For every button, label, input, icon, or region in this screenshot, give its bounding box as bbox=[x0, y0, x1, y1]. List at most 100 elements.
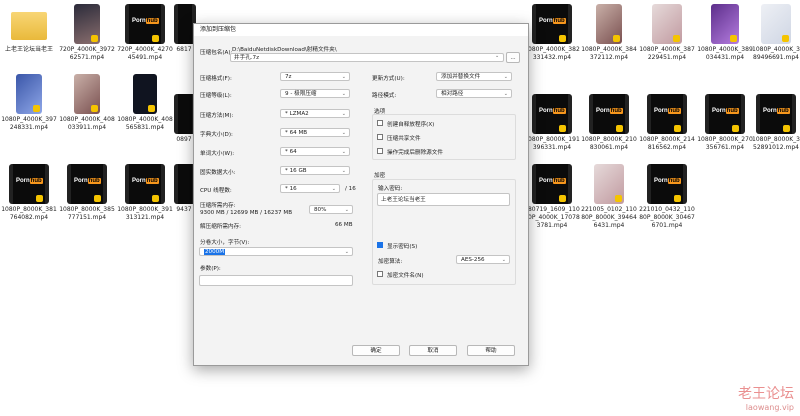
desktop-folder[interactable]: 上老王论坛当老王 bbox=[0, 4, 58, 54]
file-label: 1080P_4000K_384372112.mp4 bbox=[581, 46, 637, 61]
file-label: 720P_4000K_397262571.mp4 bbox=[59, 46, 115, 61]
desktop-file[interactable]: Pornhub 1080P_8000K_191396331.mp4 bbox=[523, 94, 581, 152]
file-label: 1080P_4000K_408033911.mp4 bbox=[59, 116, 115, 131]
video-thumbnail-icon bbox=[74, 74, 100, 114]
sfx-checkbox[interactable] bbox=[377, 120, 383, 126]
desktop-file[interactable]: 1080P_4000K_387229451.mp4 bbox=[638, 4, 696, 62]
show-password-checkbox[interactable] bbox=[377, 242, 383, 248]
desktop-file[interactable]: Pornhub 1080P_8000K_391313121.mp4 bbox=[116, 164, 174, 222]
encryption-method-label: 加密算法: bbox=[378, 259, 403, 265]
update-select[interactable]: 添加并替换文件 ⌄ bbox=[436, 72, 512, 81]
cpu-select[interactable]: * 16 ⌄ bbox=[280, 184, 340, 193]
file-label: 1080P_8000K_391313121.mp4 bbox=[117, 206, 173, 221]
encrypt-names-checkbox[interactable] bbox=[377, 271, 383, 277]
chevron-down-icon: ⌄ bbox=[331, 186, 336, 192]
encryption-title: 加密 bbox=[374, 173, 386, 179]
desktop-file[interactable]: Pornhub 1080P_8000K_210830061.mp4 bbox=[580, 94, 638, 152]
solid-select[interactable]: * 16 GB ⌄ bbox=[280, 166, 350, 175]
file-label: 0897 bbox=[176, 136, 192, 143]
desktop-file[interactable]: 1080P_4000K_389034431.mp4 bbox=[696, 4, 754, 62]
params-input[interactable] bbox=[199, 275, 353, 286]
dialog-title: 添加到压缩包 bbox=[194, 24, 528, 36]
desktop-file[interactable]: 6817 bbox=[174, 4, 196, 54]
desktop-file[interactable]: 1080P_4000K_408565831.mp4 bbox=[116, 74, 174, 132]
file-label: 1080P_4000K_389034431.mp4 bbox=[697, 46, 753, 61]
desktop-file[interactable]: 9437 bbox=[174, 164, 196, 214]
video-thumbnail-icon: Pornhub bbox=[647, 94, 687, 134]
split-select[interactable]: 2000M ⌄ bbox=[199, 247, 353, 256]
word-select[interactable]: * 64 ⌄ bbox=[280, 147, 350, 156]
file-label: 1080P_4000K_389496691.mp4 bbox=[752, 46, 800, 61]
chevron-down-icon[interactable]: ⌄ bbox=[495, 53, 499, 59]
method-label: 压缩方法(M): bbox=[200, 113, 234, 119]
ok-button[interactable]: 确定 bbox=[352, 345, 400, 356]
video-thumbnail-icon bbox=[652, 4, 682, 44]
desktop-file[interactable]: 1080P_4000K_384372112.mp4 bbox=[580, 4, 638, 62]
method-select[interactable]: * LZMA2 ⌄ bbox=[280, 109, 350, 118]
desktop-file[interactable]: 1080P_4000K_389496691.mp4 bbox=[752, 4, 800, 62]
path-mode-select[interactable]: 相对路径 ⌄ bbox=[436, 89, 512, 98]
desktop-file[interactable]: 221005_0102_11080P_8000K_394646431.mp4 bbox=[580, 164, 638, 230]
desktop-file[interactable]: Pornhub 1080P_8000K_352891012.mp4 bbox=[752, 94, 800, 152]
level-select[interactable]: 9 - 极限压缩 ⌄ bbox=[280, 89, 350, 98]
file-label: 1080P_8000K_385777151.mp4 bbox=[59, 206, 115, 221]
desktop-file[interactable]: Pornhub 720P_4000K_427045491.mp4 bbox=[116, 4, 174, 62]
video-thumbnail-icon bbox=[16, 74, 42, 114]
encryption-method-select[interactable]: AES-256 ⌄ bbox=[456, 255, 510, 264]
password-label: 输入密码: bbox=[378, 186, 403, 192]
video-thumbnail-icon bbox=[74, 4, 100, 44]
file-label: 1080P_4000K_382331432.mp4 bbox=[524, 46, 580, 61]
desktop-file[interactable]: 0897 bbox=[174, 94, 196, 144]
chevron-down-icon: ⌄ bbox=[341, 74, 346, 80]
solid-label: 固实数据大小: bbox=[200, 170, 236, 176]
archive-name-input[interactable]: 井手孔.7z bbox=[230, 53, 504, 62]
memory-select[interactable]: 80% ⌄ bbox=[309, 205, 353, 214]
decompress-memory-label: 解压缩所需内存: bbox=[200, 224, 242, 230]
chevron-down-icon: ⌄ bbox=[503, 91, 508, 97]
file-label: 1080P_4000K_387229451.mp4 bbox=[639, 46, 695, 61]
path-mode-label: 路径模式: bbox=[372, 93, 397, 99]
file-label: 1080P_8000K_210830061.mp4 bbox=[581, 136, 637, 151]
chevron-down-icon: ⌄ bbox=[341, 130, 346, 136]
video-thumbnail-icon: Pornhub bbox=[647, 164, 687, 204]
desktop-file[interactable]: Pornhub 1080P_4000K_382331432.mp4 bbox=[523, 4, 581, 62]
desktop-file[interactable]: Pornhub 1080P_8000K_381764082.mp4 bbox=[0, 164, 58, 222]
shared-files-label: 压缩共享文件 bbox=[387, 136, 421, 142]
dict-select[interactable]: * 64 MB ⌄ bbox=[280, 128, 350, 137]
cancel-button[interactable]: 取消 bbox=[409, 345, 457, 356]
desktop-file[interactable]: Pornhub 1080P_8000K_214816562.mp4 bbox=[638, 94, 696, 152]
shared-files-checkbox[interactable] bbox=[377, 134, 383, 140]
desktop-file[interactable]: 720P_4000K_397262571.mp4 bbox=[58, 4, 116, 62]
password-input[interactable]: 上老王论坛当老王 bbox=[377, 193, 510, 206]
update-label: 更新方式(U): bbox=[372, 76, 405, 82]
desktop-file[interactable]: 1080P_4000K_408033911.mp4 bbox=[58, 74, 116, 132]
format-select[interactable]: 7z ⌄ bbox=[280, 72, 350, 81]
file-label: 1080P_8000K_214816562.mp4 bbox=[639, 136, 695, 151]
video-thumbnail-icon: Pornhub bbox=[705, 94, 745, 134]
video-thumbnail-icon: Pornhub bbox=[756, 94, 796, 134]
video-thumbnail-icon: Pornhub bbox=[9, 164, 49, 204]
file-label: 221010_0432_11080P_8000K_304676701.mp4 bbox=[639, 206, 695, 229]
sfx-label: 创建自释放程序(X) bbox=[387, 122, 435, 128]
desktop-file[interactable]: Pornhub 180719_1609_11080P_4000K_1707837… bbox=[523, 164, 581, 230]
browse-button[interactable]: ... bbox=[506, 52, 520, 63]
desktop-file[interactable]: Pornhub 1080P_8000K_385777151.mp4 bbox=[58, 164, 116, 222]
desktop-file[interactable]: Pornhub 221010_0432_11080P_8000K_3046767… bbox=[638, 164, 696, 230]
desktop-file[interactable]: 1080P_4000K_397248331.mp4 bbox=[0, 74, 58, 132]
delete-after-checkbox[interactable] bbox=[377, 148, 383, 154]
video-thumbnail-icon bbox=[596, 4, 622, 44]
help-button[interactable]: 帮助 bbox=[467, 345, 515, 356]
video-thumbnail-icon: Pornhub bbox=[532, 4, 572, 44]
word-label: 单词大小(W): bbox=[200, 151, 235, 157]
chevron-down-icon: ⌄ bbox=[341, 168, 346, 174]
file-label: 1080P_4000K_397248331.mp4 bbox=[1, 116, 57, 131]
video-thumbnail-icon: Pornhub bbox=[532, 94, 572, 134]
folder-icon bbox=[11, 4, 47, 44]
watermark: 老王论坛 laowang.vip bbox=[738, 383, 794, 412]
chevron-down-icon: ⌄ bbox=[344, 249, 349, 255]
cpu-label: CPU 线程数: bbox=[200, 188, 232, 194]
chevron-down-icon: ⌄ bbox=[503, 74, 508, 80]
file-label: 221005_0102_11080P_8000K_394646431.mp4 bbox=[581, 206, 637, 229]
file-label: 1080P_8000K_270356761.mp4 bbox=[697, 136, 753, 151]
desktop-file[interactable]: Pornhub 1080P_8000K_270356761.mp4 bbox=[696, 94, 754, 152]
